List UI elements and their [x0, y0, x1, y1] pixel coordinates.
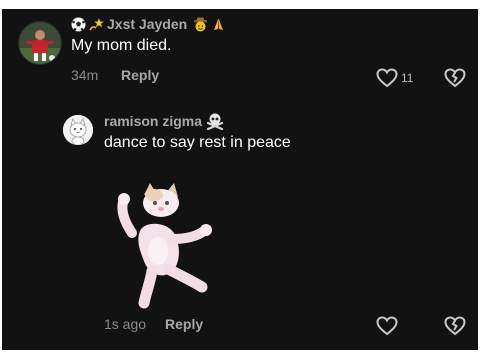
- comment-timestamp: 34m: [71, 67, 99, 83]
- soccer-ball-emoji: [71, 17, 86, 32]
- heart-icon: [376, 68, 398, 88]
- reply-username[interactable]: ramison zigma: [104, 113, 202, 129]
- skull-crossbones-emoji: [206, 112, 224, 131]
- reply-like-button[interactable]: [376, 316, 398, 336]
- video-frame: Jxst Jayden My mom died. 34m Reply 11 ra…: [0, 0, 480, 360]
- reply-avatar[interactable]: [63, 115, 93, 145]
- dizzy-emoji: [89, 17, 104, 32]
- reply-dislike-button[interactable]: [444, 316, 466, 341]
- comment-text: My mom died.: [71, 37, 172, 54]
- comments-screen: Jxst Jayden My mom died. 34m Reply 11 ra…: [2, 9, 478, 350]
- comment-username-row[interactable]: Jxst Jayden: [71, 15, 226, 33]
- heart-icon: [376, 316, 398, 336]
- folded-hands-emoji: [211, 17, 226, 32]
- reply-username-row[interactable]: ramison zigma: [104, 112, 224, 131]
- reply-timestamp: 1s ago: [104, 316, 147, 332]
- broken-heart-icon: [444, 68, 466, 88]
- comment-username[interactable]: Jxst Jayden: [107, 16, 187, 32]
- like-count: 11: [401, 71, 414, 85]
- dancing-cat-sticker[interactable]: [110, 181, 222, 309]
- reply-reply-button[interactable]: Reply: [165, 316, 203, 332]
- reply-text: dance to say rest in peace: [104, 134, 291, 151]
- like-button[interactable]: 11: [376, 68, 413, 88]
- reply-button[interactable]: Reply: [121, 67, 159, 83]
- avatar[interactable]: [18, 21, 62, 65]
- dislike-button[interactable]: [444, 68, 466, 93]
- broken-heart-icon: [444, 316, 466, 336]
- cowboy-face-emoji: [193, 17, 208, 32]
